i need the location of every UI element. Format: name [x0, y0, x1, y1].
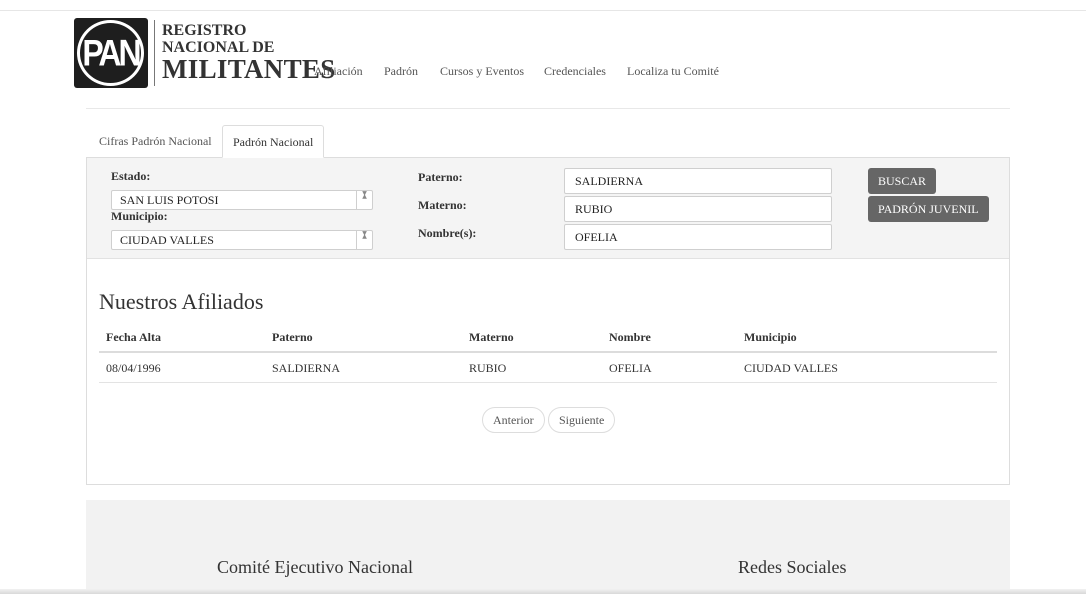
- top-divider: [0, 10, 1086, 11]
- chevron-updown-icon: ▲ ▼: [356, 230, 372, 249]
- footer-comite-title: Comité Ejecutivo Nacional: [217, 557, 413, 577]
- brand-title[interactable]: REGISTRO NACIONAL DE MILITANTES: [162, 22, 336, 83]
- brand-line-1: REGISTRO: [162, 22, 247, 39]
- nav-padron[interactable]: Padrón: [384, 64, 418, 79]
- cell-nombre: OFELIA: [609, 361, 652, 375]
- municipio-select[interactable]: CIUDAD VALLES ▲ ▼: [111, 230, 373, 250]
- padron-panel: Estado: SAN LUIS POTOSI ▲ ▼ Municipio: CI…: [86, 157, 1010, 485]
- cell-fecha-alta: 08/04/1996: [106, 361, 161, 375]
- logo-ring: PAN: [77, 20, 144, 86]
- siguiente-button[interactable]: Siguiente: [548, 407, 616, 433]
- nav-localiza-comite[interactable]: Localiza tu Comité: [627, 64, 719, 79]
- table-header-rule: [99, 351, 997, 353]
- buscar-button[interactable]: BUSCAR: [868, 168, 937, 194]
- estado-select-value: SAN LUIS POTOSI: [120, 193, 219, 207]
- header-divider: [86, 108, 1010, 109]
- search-form: Estado: SAN LUIS POTOSI ▲ ▼ Municipio: CI…: [87, 158, 1009, 259]
- materno-field[interactable]: RUBIO: [564, 196, 832, 222]
- tab-padron-nacional[interactable]: Padrón Nacional: [222, 125, 325, 158]
- footer: [86, 500, 1010, 594]
- nav-afiliacion[interactable]: Afiliación: [314, 64, 363, 79]
- paterno-label: Paterno:: [418, 170, 463, 184]
- tab-cifras-padron[interactable]: Cifras Padrón Nacional: [89, 125, 222, 158]
- logo-text: PAN: [82, 31, 141, 74]
- cell-materno: RUBIO: [469, 361, 507, 375]
- brand-separator: [154, 20, 155, 86]
- brand-line-3: MILITANTES: [162, 54, 336, 84]
- municipio-label: Municipio:: [111, 209, 168, 223]
- nav-credenciales[interactable]: Credenciales: [544, 64, 606, 79]
- logo-badge: PAN: [74, 18, 148, 88]
- paterno-field[interactable]: SALDIERNA: [564, 168, 832, 194]
- nombre-label: Nombre(s):: [418, 226, 477, 240]
- nombre-field[interactable]: OFELIA: [564, 224, 832, 250]
- padron-juvenil-button[interactable]: PADRÓN JUVENIL: [868, 196, 989, 222]
- bottom-shadow: [0, 589, 1086, 594]
- cell-paterno: SALDIERNA: [272, 361, 340, 375]
- col-nombre: Nombre: [609, 330, 651, 344]
- nav-cursos-eventos[interactable]: Cursos y Eventos: [440, 64, 524, 79]
- footer-redes-title: Redes Sociales: [738, 557, 847, 577]
- pan-logo[interactable]: PAN: [74, 18, 148, 88]
- col-paterno: Paterno: [272, 330, 313, 344]
- chevron-updown-icon: ▲ ▼: [356, 190, 372, 209]
- anterior-button[interactable]: Anterior: [482, 407, 545, 433]
- estado-select[interactable]: SAN LUIS POTOSI ▲ ▼: [111, 190, 373, 210]
- col-municipio: Municipio: [744, 330, 797, 344]
- materno-label: Materno:: [418, 198, 467, 212]
- table-row-rule: [99, 382, 997, 383]
- col-materno: Materno: [469, 330, 514, 344]
- col-fecha-alta: Fecha Alta: [106, 330, 161, 344]
- cell-municipio: CIUDAD VALLES: [744, 361, 838, 375]
- municipio-select-value: CIUDAD VALLES: [120, 233, 214, 247]
- results-title: Nuestros Afiliados: [99, 289, 264, 314]
- estado-label: Estado:: [111, 169, 151, 183]
